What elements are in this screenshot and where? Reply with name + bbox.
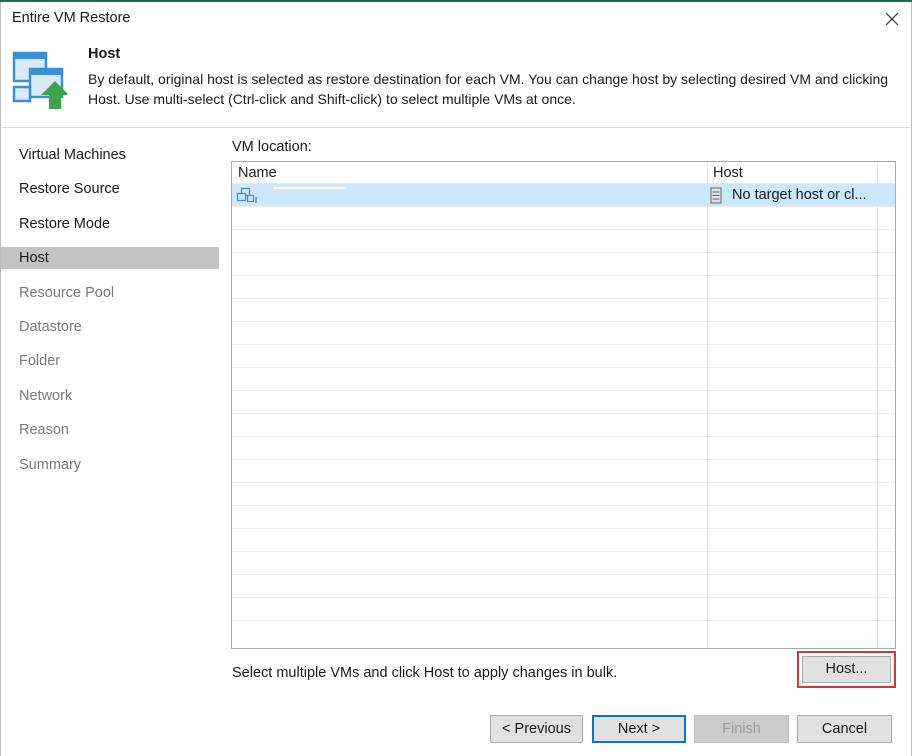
- column-header-host[interactable]: Host: [713, 165, 743, 181]
- table-row-empty: [232, 552, 895, 575]
- table-row-empty: [232, 598, 895, 621]
- nav-step-datastore: Datastore: [19, 319, 82, 335]
- vm-location-label: VM location:: [232, 139, 312, 155]
- table-row-empty: [232, 483, 895, 506]
- nav-step-host[interactable]: Host: [1, 247, 219, 269]
- table-header: Name Host: [232, 162, 895, 184]
- title-bar: Entire VM Restore: [1, 2, 911, 34]
- vm-target-host: No target host or cl...: [732, 187, 867, 203]
- host-server-icon: [710, 187, 722, 204]
- step-header: Host By default, original host is select…: [1, 34, 911, 128]
- nav-step-summary: Summary: [19, 457, 82, 473]
- column-header-name[interactable]: Name: [238, 165, 277, 181]
- vm-icon: [236, 187, 258, 205]
- nav-step-reason: Reason: [19, 422, 69, 438]
- host-button-highlight: Host...: [797, 651, 896, 688]
- step-description: By default, original host is selected as…: [88, 71, 889, 107]
- nav-step-restore-source[interactable]: Restore Source: [1, 178, 219, 200]
- entire-vm-restore-dialog: Entire VM Restore Host By default, origi…: [0, 2, 912, 756]
- finish-button: Finish: [694, 715, 789, 743]
- vm-name: [274, 187, 346, 189]
- step-content: VM location: Name Host No target host or…: [219, 129, 911, 699]
- window-title: Entire VM Restore: [12, 10, 131, 26]
- table-row-empty: [232, 253, 895, 276]
- bulk-hint-text: Select multiple VMs and click Host to ap…: [232, 665, 618, 681]
- next-button[interactable]: Next >: [592, 715, 686, 743]
- nav-step-virtual-machines[interactable]: Virtual Machines: [1, 144, 219, 166]
- table-row-empty: [232, 437, 895, 460]
- table-row-empty: [232, 322, 895, 345]
- nav-step-restore-mode[interactable]: Restore Mode: [1, 213, 219, 235]
- table-row-empty: [232, 460, 895, 483]
- table-row-empty: [232, 230, 895, 253]
- table-row-empty: [232, 575, 895, 598]
- nav-step-network: Network: [19, 388, 73, 404]
- nav-step-folder: Folder: [19, 353, 61, 369]
- step-title: Host: [88, 46, 121, 62]
- table-row-empty: [232, 276, 895, 299]
- table-row-empty: [232, 368, 895, 391]
- wizard-steps-nav: Virtual Machines Restore Source Restore Mo…: [1, 129, 219, 699]
- restore-to-host-icon: [11, 47, 69, 109]
- table-row-empty: [232, 529, 895, 552]
- previous-button[interactable]: < Previous: [490, 715, 583, 743]
- table-row-empty: [232, 506, 895, 529]
- host-button[interactable]: Host...: [802, 656, 891, 683]
- table-row-empty: [232, 414, 895, 437]
- nav-step-resource-pool: Resource Pool: [19, 285, 115, 301]
- vm-location-table[interactable]: Name Host No target host or cl...: [231, 161, 896, 649]
- table-row-empty: [232, 345, 895, 368]
- table-row-empty: [232, 299, 895, 322]
- close-icon[interactable]: [881, 8, 903, 30]
- cancel-button[interactable]: Cancel: [797, 715, 892, 743]
- table-row-empty: [232, 391, 895, 414]
- table-row-empty: [232, 207, 895, 230]
- footer-divider: [1, 699, 911, 700]
- table-row[interactable]: No target host or cl...: [232, 184, 895, 207]
